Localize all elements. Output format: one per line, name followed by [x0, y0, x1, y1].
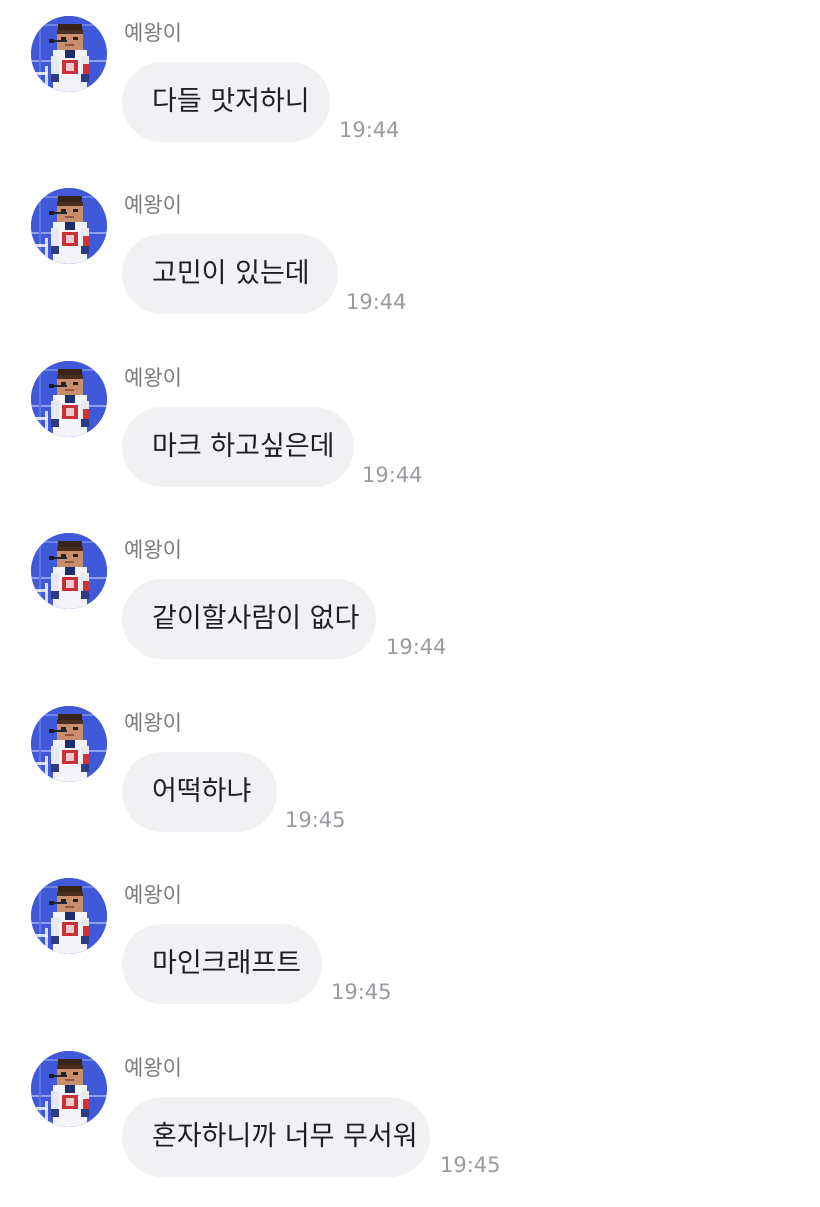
message-bubble[interactable]: 어떡하냐	[122, 752, 277, 832]
chat-message-list[interactable]: 예왕이 다들 맛저하니 19:44 예왕이 고민이 있는데 19:44 예왕이 …	[0, 0, 820, 1200]
message-timestamp: 19:44	[346, 290, 407, 314]
profile-avatar-icon[interactable]	[31, 188, 107, 264]
sender-name: 예왕이	[124, 538, 182, 562]
message-timestamp: 19:45	[440, 1153, 501, 1177]
message-timestamp: 19:44	[339, 118, 400, 142]
profile-avatar-icon[interactable]	[31, 878, 107, 954]
chat-message: 예왕이 혼자하니까 너무 무서워 19:45	[0, 1035, 820, 1207]
sender-name: 예왕이	[124, 883, 182, 907]
sender-name: 예왕이	[124, 193, 182, 217]
sender-name: 예왕이	[124, 1056, 182, 1080]
message-timestamp: 19:44	[362, 463, 423, 487]
profile-avatar-icon[interactable]	[31, 1051, 107, 1127]
profile-avatar-icon[interactable]	[31, 16, 107, 92]
profile-avatar-icon[interactable]	[31, 706, 107, 782]
sender-name: 예왕이	[124, 711, 182, 735]
chat-message: 예왕이 마크 하고싶은데 19:44	[0, 345, 820, 517]
sender-name: 예왕이	[124, 366, 182, 390]
message-bubble[interactable]: 같이할사람이 없다	[122, 579, 376, 659]
profile-avatar-icon[interactable]	[31, 533, 107, 609]
message-bubble[interactable]: 고민이 있는데	[122, 234, 338, 314]
chat-message: 예왕이 같이할사람이 없다 19:44	[0, 517, 820, 689]
chat-message: 예왕이 마인크래프트 19:45	[0, 862, 820, 1034]
message-bubble[interactable]: 마인크래프트	[122, 924, 322, 1004]
message-timestamp: 19:44	[386, 635, 447, 659]
message-bubble[interactable]: 혼자하니까 너무 무서워	[122, 1097, 430, 1177]
message-timestamp: 19:45	[331, 980, 392, 1004]
chat-message: 예왕이 고민이 있는데 19:44	[0, 172, 820, 344]
message-bubble[interactable]: 마크 하고싶은데	[122, 407, 354, 487]
chat-message: 예왕이 다들 맛저하니 19:44	[0, 0, 820, 172]
chat-message: 예왕이 어떡하냐 19:45	[0, 690, 820, 862]
sender-name: 예왕이	[124, 21, 182, 45]
message-timestamp: 19:45	[285, 808, 346, 832]
profile-avatar-icon[interactable]	[31, 361, 107, 437]
message-bubble[interactable]: 다들 맛저하니	[122, 62, 330, 142]
